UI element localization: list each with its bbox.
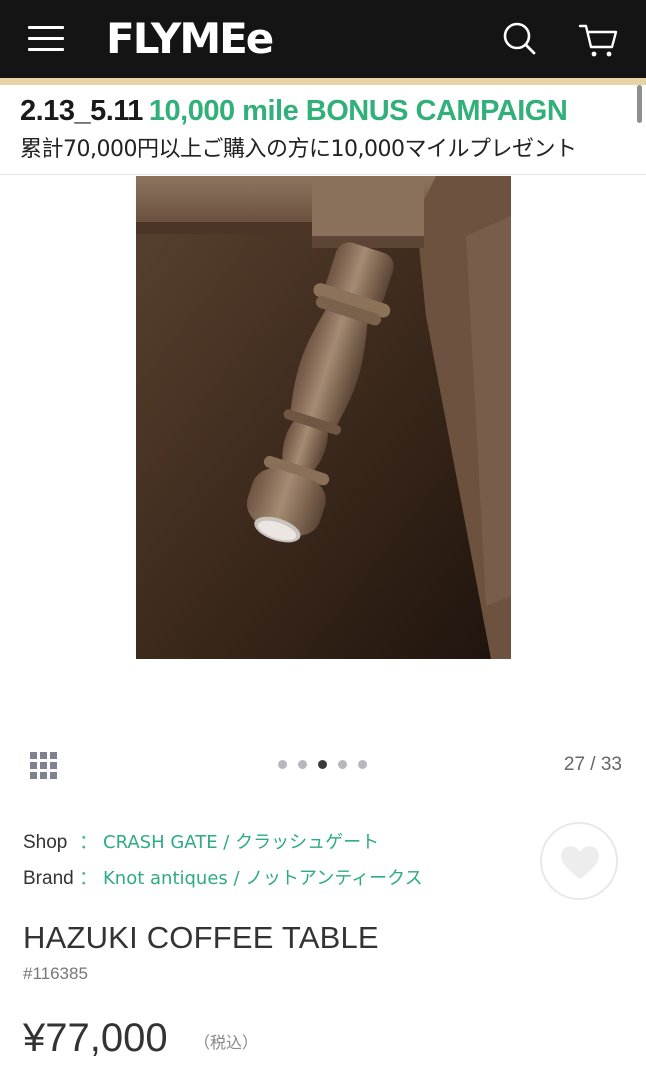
campaign-title: 10,000 mile BONUS CAMPAIGN (148, 95, 568, 127)
search-icon[interactable] (500, 20, 540, 60)
product-photo[interactable] (136, 176, 511, 659)
carousel-dot[interactable] (358, 760, 367, 769)
brand-separator: ： (79, 868, 99, 889)
carousel-dot[interactable] (298, 760, 307, 769)
cart-icon[interactable] (576, 20, 620, 60)
carousel-dot-active[interactable] (318, 760, 327, 769)
carousel-dot[interactable] (278, 760, 287, 769)
page-scrollbar[interactable] (637, 85, 642, 123)
hamburger-menu-icon[interactable] (28, 26, 64, 52)
shop-link[interactable]: CRASH GATE / クラッシュゲート (103, 832, 379, 853)
site-header: FLYMEe (0, 0, 646, 78)
product-code: #116385 (23, 964, 88, 983)
campaign-dates: 2.13_5.11 (20, 95, 143, 127)
brand-row: Brand： Knot antiques / ノットアンティークス (23, 866, 423, 892)
gallery-controls: 27 / 33 (0, 740, 646, 788)
header-accent-line (0, 78, 646, 85)
product-price: ¥77,000 (23, 1016, 168, 1060)
image-counter: 27 / 33 (563, 754, 622, 775)
campaign-headline: 2.13_5.11 10,000 mile BONUS CAMPAIGN (20, 93, 568, 129)
grid-view-icon[interactable] (30, 752, 57, 779)
heart-icon (561, 846, 599, 879)
carousel-dot[interactable] (338, 760, 347, 769)
site-logo[interactable]: FLYMEe (106, 14, 274, 64)
shop-row: Shop ： CRASH GATE / クラッシュゲート (23, 830, 379, 856)
tax-note: （税込） (194, 1033, 259, 1052)
brand-link[interactable]: Knot antiques / ノットアンティークス (103, 868, 423, 889)
favorite-button[interactable] (540, 822, 618, 900)
shop-separator: ： (79, 832, 99, 853)
brand-label: Brand (23, 868, 74, 889)
campaign-subtitle: 累計70,000円以上ご購入の方に10,000マイルプレゼント (20, 137, 577, 162)
campaign-banner[interactable]: 2.13_5.11 10,000 mile BONUS CAMPAIGN 累計70… (0, 85, 646, 175)
shop-label: Shop (23, 832, 68, 853)
product-title: HAZUKI COFFEE TABLE (23, 920, 379, 955)
